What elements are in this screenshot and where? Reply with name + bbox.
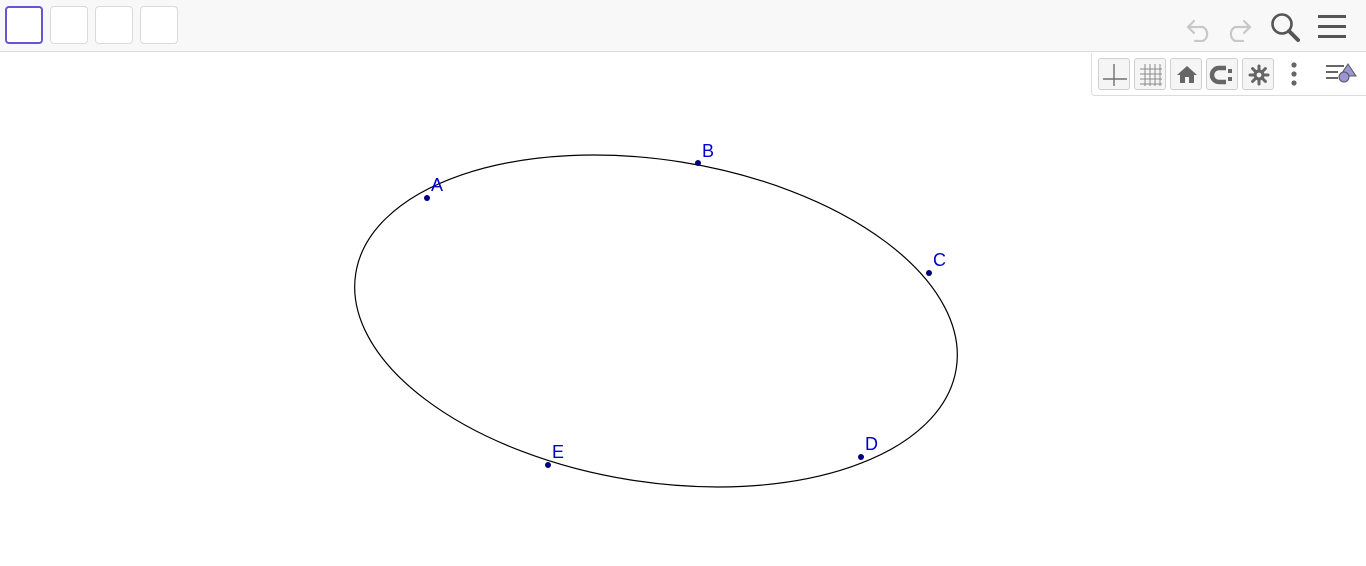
point-c[interactable]: C [926,250,946,276]
ellipse-curve[interactable] [331,114,982,527]
point-label: A [431,175,443,195]
point-d[interactable]: D [858,434,878,460]
graphics-view[interactable]: A B C D E [0,0,1366,566]
point-label: D [865,434,878,454]
point-label: E [552,442,564,462]
point-label: B [702,141,714,161]
point-b[interactable]: B [695,141,714,166]
point-a[interactable]: A [424,175,443,201]
point-label: C [933,250,946,270]
